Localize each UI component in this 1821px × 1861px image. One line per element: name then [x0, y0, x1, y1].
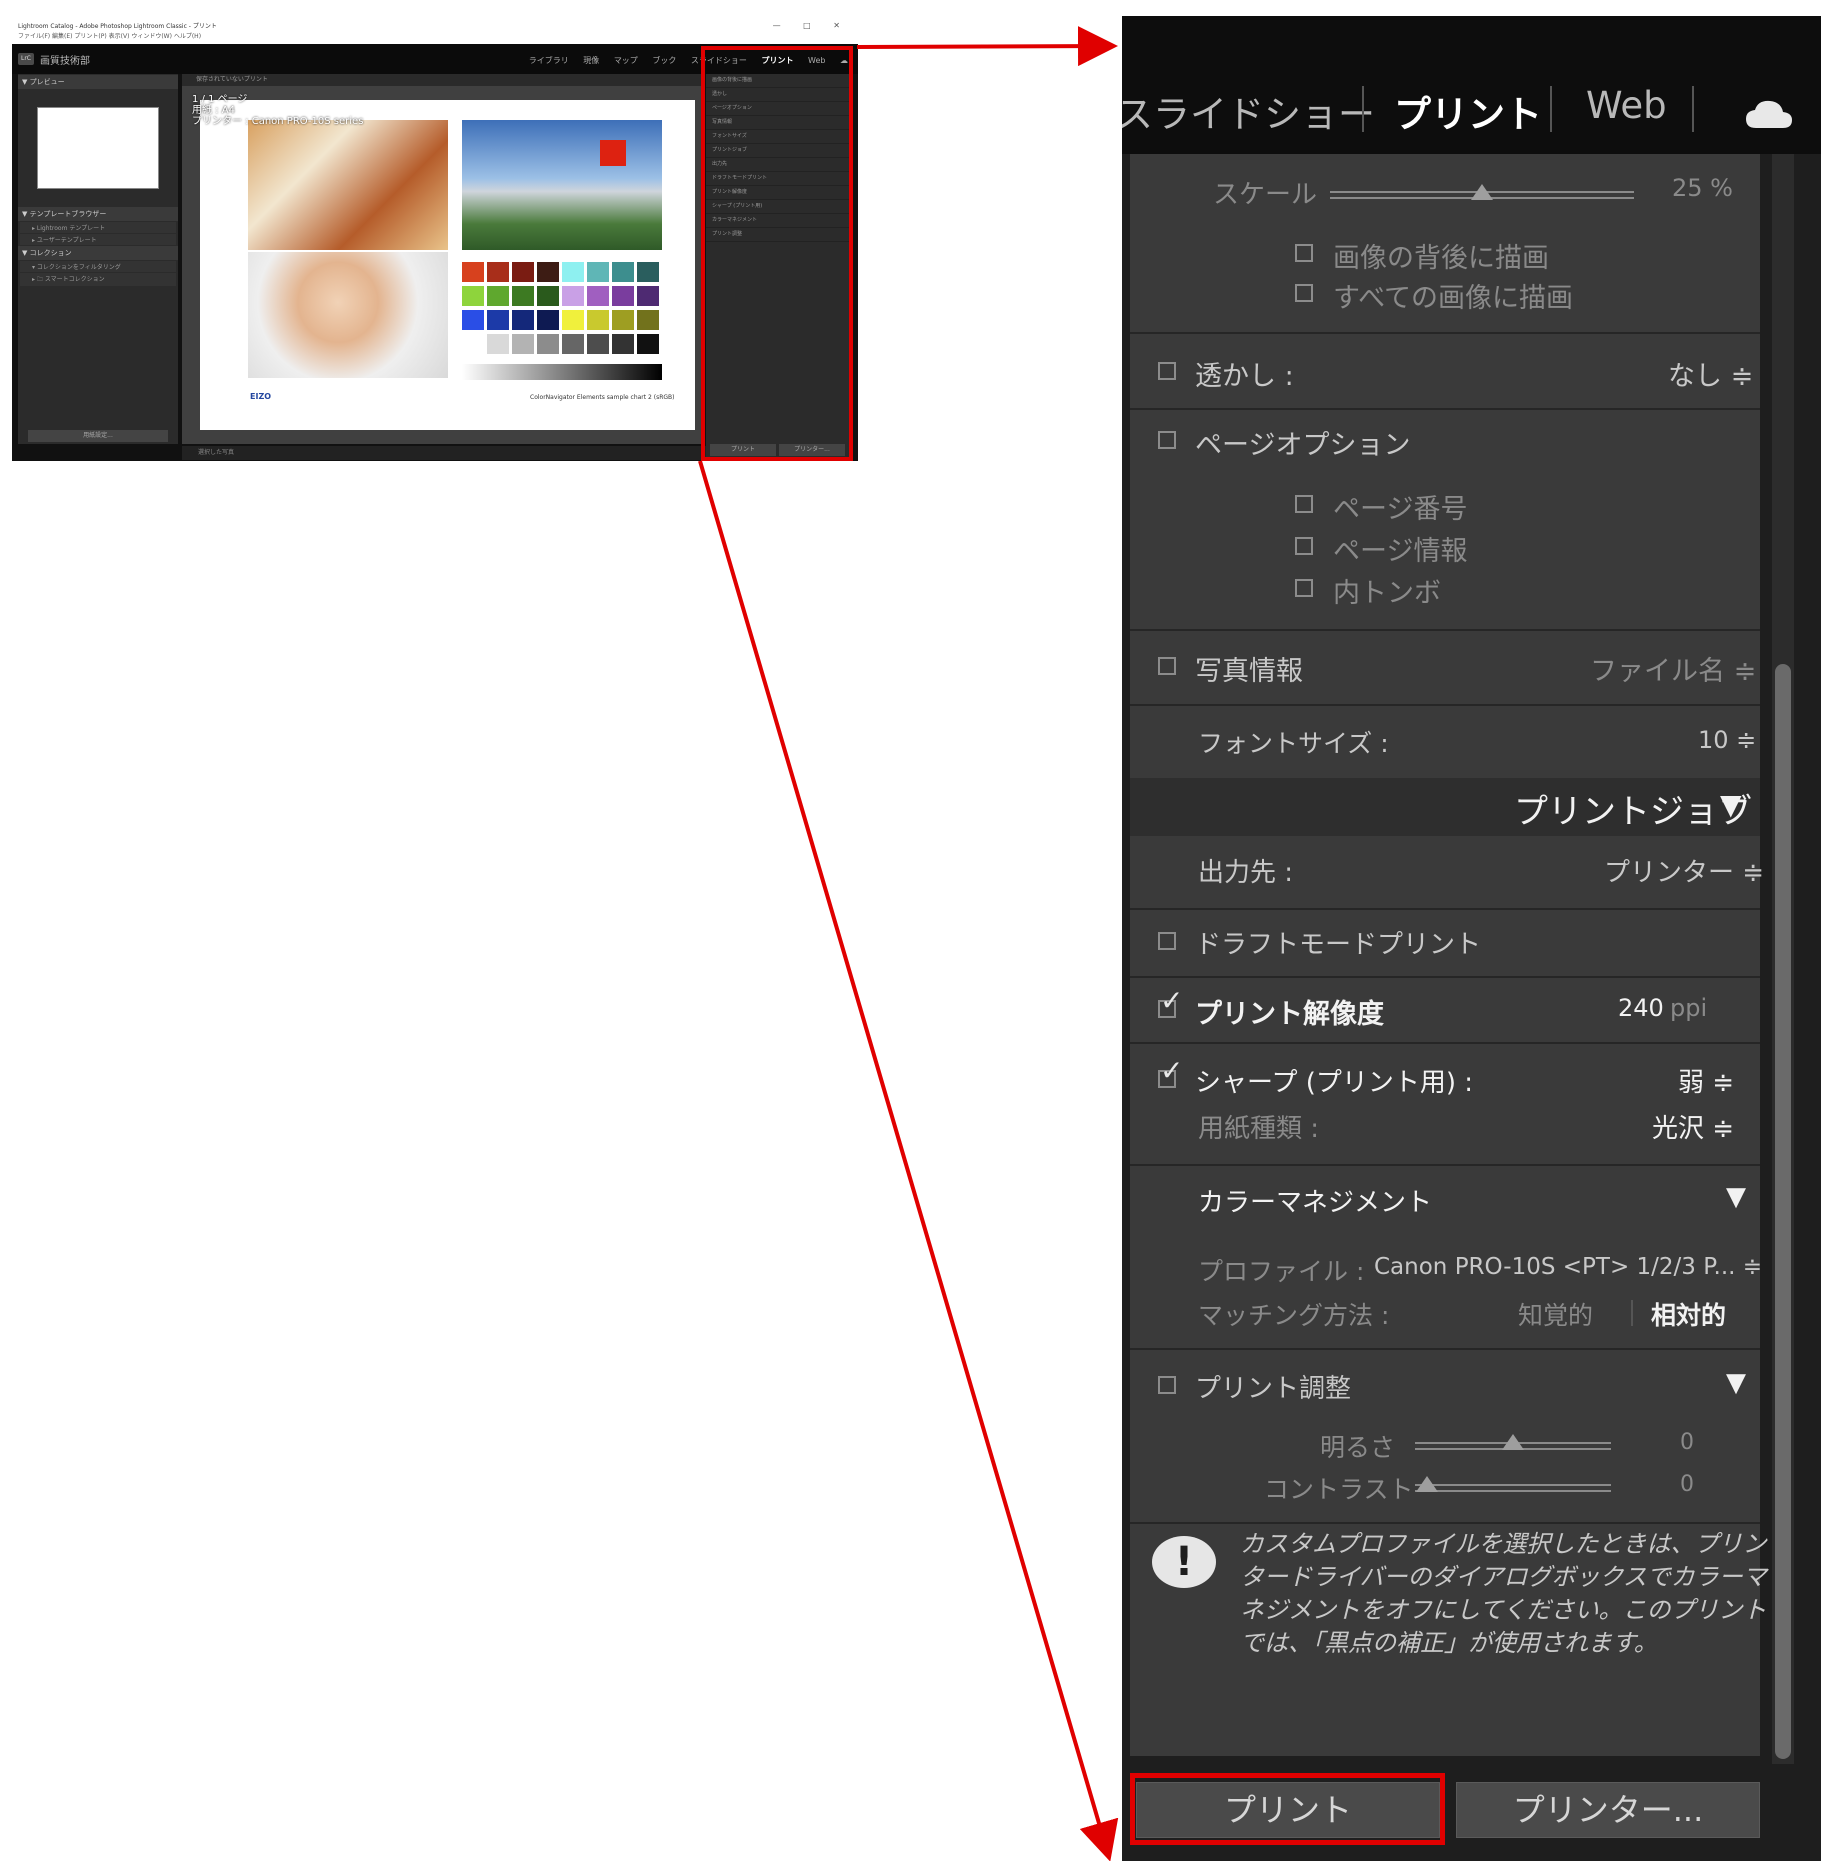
module-separator	[1362, 86, 1364, 132]
divider	[1130, 908, 1760, 910]
divider	[1130, 704, 1760, 706]
module-picker-zoomed: スライドショー プリント Web	[1122, 16, 1821, 154]
warning-icon: !	[1152, 1536, 1216, 1588]
arrow-bottom	[698, 460, 1119, 1861]
brightness-value: 0	[1680, 1430, 1694, 1455]
divider	[1130, 1348, 1760, 1350]
contrast-slider-thumb[interactable]	[1415, 1476, 1438, 1492]
page-options-checkbox[interactable]	[1158, 431, 1176, 449]
print-adjust-collapse-icon[interactable]: ▼	[1726, 1368, 1746, 1398]
page-options-label: ページオプション	[1195, 430, 1411, 461]
brightness-slider-thumb[interactable]	[1502, 1434, 1524, 1450]
output-select[interactable]: プリンター ≑	[1604, 852, 1764, 889]
divider	[1130, 976, 1760, 978]
module-separator	[1550, 86, 1552, 132]
warning-line: タードライバーのダイアログボックスでカラーマ	[1240, 1563, 1767, 1591]
warning-message: カスタムプロファイルを選択したときは、プリン タードライバーのダイアログボックス…	[1240, 1528, 1767, 1660]
sharpen-label: シャープ (プリント用) :	[1195, 1068, 1474, 1098]
watermark-label: 透かし :	[1195, 361, 1294, 392]
color-management-collapse-icon[interactable]: ▼	[1726, 1182, 1746, 1212]
print-adjust-checkbox[interactable]	[1158, 1376, 1176, 1394]
divider	[1130, 629, 1760, 631]
draw-all-checkbox[interactable]	[1295, 284, 1313, 302]
warning-line: ネジメントをオフにしてください。このプリント	[1240, 1596, 1767, 1624]
media-type-select[interactable]: 光沢 ≑	[1652, 1108, 1734, 1145]
contrast-value: 0	[1680, 1472, 1694, 1497]
print-resolution-label: プリント解像度	[1195, 999, 1384, 1030]
font-size-select[interactable]: 10 ≑	[1698, 726, 1756, 754]
print-job-title: プリントジョブ	[1514, 792, 1752, 832]
page-info-label: ページ情報	[1333, 536, 1468, 567]
divider	[1130, 408, 1760, 410]
color-management-title: カラーマネジメント	[1198, 1188, 1433, 1218]
profile-select[interactable]: Canon PRO-10S <PT> 1/2/3 P... ≑	[1374, 1254, 1762, 1280]
output-label: 出力先 :	[1198, 858, 1294, 888]
highlight-box-print-button	[1130, 1773, 1445, 1845]
print-resolution-value[interactable]: 240	[1618, 994, 1664, 1022]
photo-info-label: 写真情報	[1195, 656, 1303, 687]
divider	[1130, 332, 1760, 334]
contrast-slider-track[interactable]	[1415, 1484, 1611, 1492]
page-number-checkbox[interactable]	[1295, 495, 1313, 513]
profile-label: プロファイル :	[1198, 1257, 1365, 1286]
intent-separator	[1631, 1300, 1633, 1326]
scale-value: 25 %	[1672, 174, 1733, 202]
watermark-checkbox[interactable]	[1158, 362, 1176, 380]
intent-perceptual[interactable]: 知覚的	[1518, 1296, 1593, 1332]
scale-label: スケール	[1213, 180, 1318, 210]
print-job-header[interactable]: プリントジョブ ▼	[1130, 778, 1760, 836]
contrast-label: コントラスト	[1264, 1475, 1414, 1504]
divider	[1130, 1042, 1760, 1044]
zoomed-right-panel: スライドショー プリント Web スケール 25 % 画像の背後に描画 すべての…	[1122, 16, 1821, 1861]
print-job-collapse-icon[interactable]: ▼	[1720, 788, 1742, 821]
print-adjust-label: プリント調整	[1195, 1374, 1352, 1404]
arrow-top	[856, 26, 1118, 67]
module-slideshow[interactable]: スライドショー	[1122, 84, 1375, 138]
divider	[1130, 1164, 1760, 1166]
sharpen-select[interactable]: 弱 ≑	[1678, 1062, 1734, 1099]
intent-relative[interactable]: 相対的	[1651, 1296, 1726, 1332]
warning-line: カスタムプロファイルを選択したときは、プリン	[1240, 1530, 1767, 1558]
draw-behind-label: 画像の背後に描画	[1333, 243, 1549, 274]
printer-button[interactable]: プリンター...	[1456, 1782, 1760, 1838]
page-info-checkbox[interactable]	[1295, 537, 1313, 555]
module-separator	[1692, 86, 1694, 132]
draw-behind-checkbox[interactable]	[1295, 244, 1313, 262]
module-web[interactable]: Web	[1586, 84, 1667, 127]
draft-mode-checkbox[interactable]	[1158, 932, 1176, 950]
crop-marks-checkbox[interactable]	[1295, 579, 1313, 597]
photo-info-checkbox[interactable]	[1158, 657, 1176, 675]
warning-line: では、「黒点の補正」が使用されます。	[1240, 1629, 1658, 1657]
print-resolution-unit: ppi	[1670, 994, 1708, 1022]
brightness-label: 明るさ	[1320, 1433, 1396, 1462]
draw-all-label: すべての画像に描画	[1333, 283, 1574, 314]
scale-slider-thumb[interactable]	[1471, 184, 1493, 200]
watermark-select[interactable]: なし ≑	[1668, 354, 1753, 393]
font-size-label: フォントサイズ :	[1198, 729, 1389, 758]
page-number-label: ページ番号	[1333, 494, 1468, 525]
divider	[1130, 1522, 1760, 1524]
crop-marks-label: 内トンボ	[1333, 578, 1441, 609]
media-type-label: 用紙種類 :	[1198, 1114, 1320, 1144]
checkmark-icon: ✓	[1160, 1054, 1184, 1087]
cloud-icon[interactable]	[1744, 98, 1794, 130]
intent-label: マッチング方法 :	[1198, 1301, 1390, 1330]
draft-mode-label: ドラフトモードプリント	[1195, 930, 1482, 960]
panel-scrollbar-thumb[interactable]	[1775, 664, 1791, 1759]
photo-info-select[interactable]: ファイル名 ≑	[1590, 649, 1756, 688]
module-print[interactable]: プリント	[1394, 84, 1542, 138]
checkmark-icon: ✓	[1160, 984, 1184, 1017]
